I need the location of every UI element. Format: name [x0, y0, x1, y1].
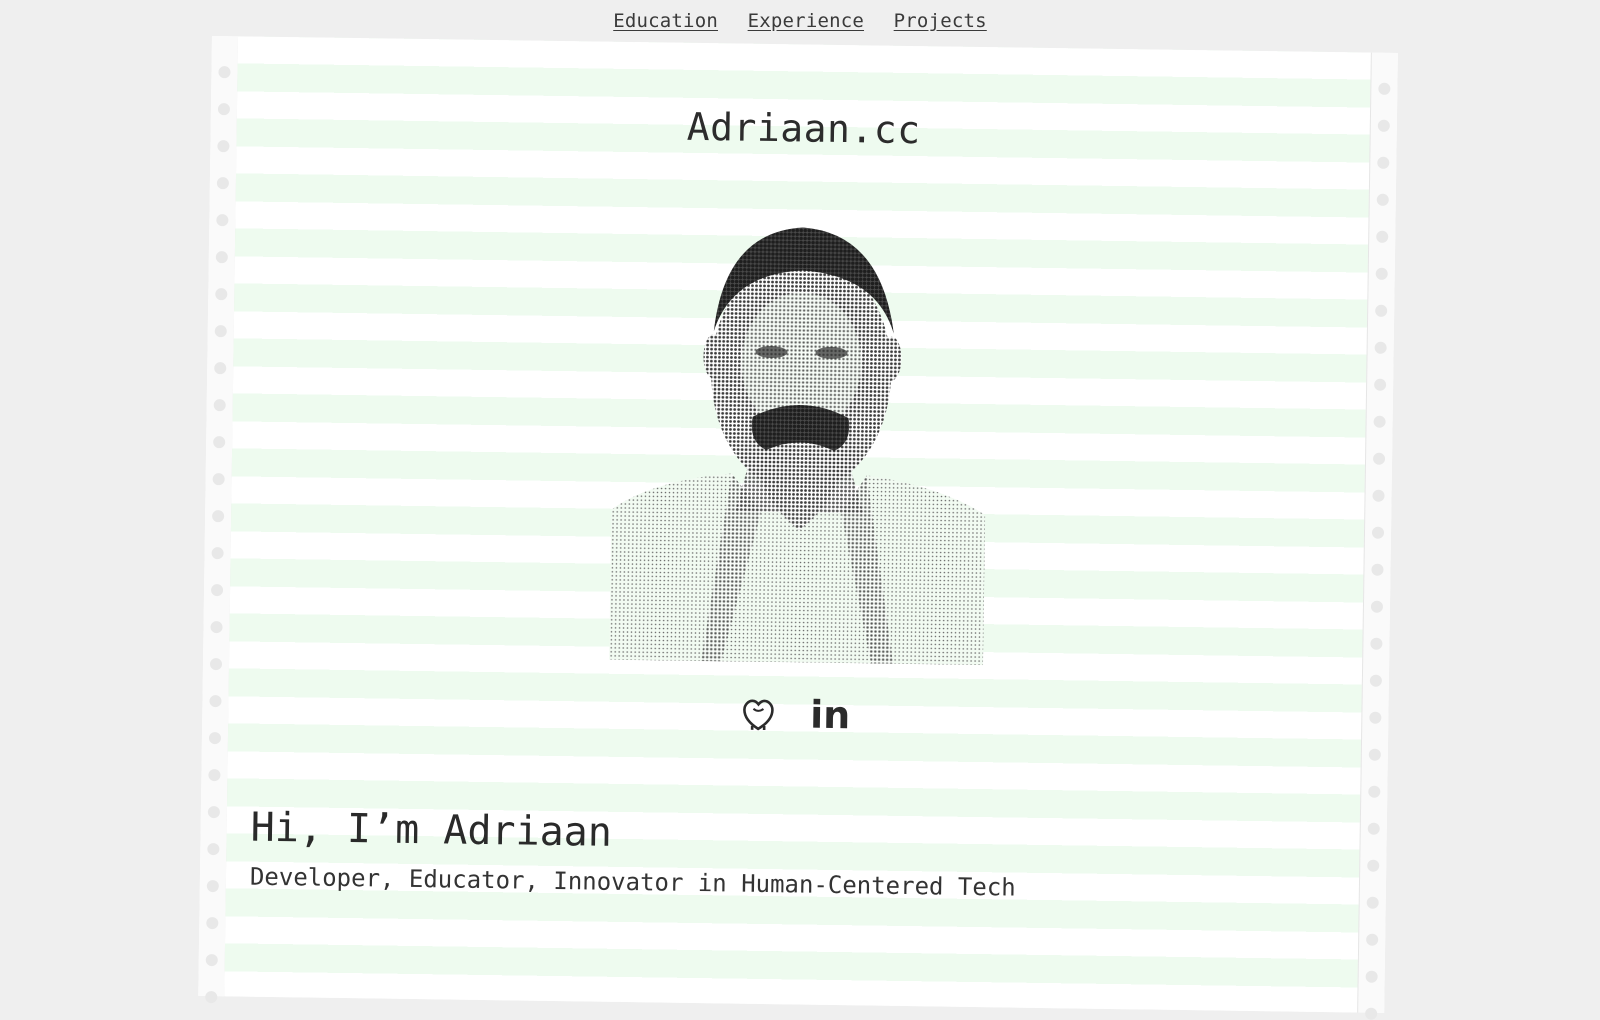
perforation-hole: [1375, 267, 1388, 280]
perforation-hole: [206, 880, 219, 893]
perforation-hole: [1373, 415, 1386, 428]
perforation-hole: [1367, 822, 1380, 835]
perforation-hole: [208, 769, 221, 782]
perforation-hole: [1366, 896, 1379, 909]
perforation-hole: [212, 510, 225, 523]
intro-greeting: Hi, I’m Adriaan: [250, 804, 613, 856]
perforation-hole: [1378, 82, 1391, 95]
perforation-hole: [1369, 674, 1382, 687]
perforation-hole: [216, 214, 229, 227]
perforation-hole: [1368, 748, 1381, 761]
perforation-hole: [1371, 563, 1384, 576]
perforation-hole: [209, 658, 223, 671]
perforation-hole: [1377, 119, 1390, 132]
perforation-hole: [218, 66, 231, 79]
perforation-hole: [1370, 600, 1384, 613]
perforation-hole: [1375, 304, 1388, 317]
perforation-hole: [1365, 1007, 1378, 1020]
perforation-hole: [205, 954, 218, 967]
perforation-hole: [215, 288, 228, 301]
nav-link-experience[interactable]: Experience: [748, 10, 864, 32]
paper-sheet: Adriaan.cc in Hi, I’m Adriaan Developer,…: [198, 36, 1398, 1020]
perforation-hole: [213, 399, 226, 412]
perforation-hole: [206, 917, 219, 930]
perforation-hole: [207, 843, 220, 856]
perforation-hole: [1376, 230, 1389, 243]
perforation-hole: [1371, 526, 1385, 539]
perforation-hole: [1372, 489, 1385, 502]
perforation-hole: [1376, 193, 1389, 206]
perforation-hole: [1370, 637, 1383, 650]
intro-tagline: Developer, Educator, Innovator in Human-…: [249, 862, 1016, 902]
perforation-hole: [1374, 378, 1387, 391]
perforation-hole: [208, 732, 222, 745]
perforation-hole: [1377, 156, 1390, 169]
social-links: in: [228, 686, 1362, 742]
perforation-hole: [1372, 452, 1386, 465]
perforation-hole: [215, 251, 228, 264]
perforation-hole: [217, 103, 231, 116]
site-title: Adriaan.cc: [686, 104, 921, 153]
striped-paper: Adriaan.cc in Hi, I’m Adriaan Developer,…: [224, 36, 1372, 1013]
github-icon[interactable]: [740, 696, 777, 733]
perforation-hole: [210, 621, 223, 634]
perforation-hole: [212, 473, 225, 486]
perforation-hole: [207, 806, 220, 819]
perforation-hole: [214, 325, 227, 338]
perforation-hole: [216, 177, 229, 190]
perforation-hole: [211, 547, 224, 560]
perforation-hole: [205, 991, 218, 1004]
perforation-hole: [217, 140, 230, 153]
perforation-hole: [1367, 859, 1380, 872]
perforation-hole: [1374, 341, 1387, 354]
perforation-hole: [1365, 970, 1378, 983]
linkedin-icon[interactable]: in: [810, 693, 851, 738]
nav-link-education[interactable]: Education: [613, 10, 718, 32]
perforation-hole: [209, 695, 222, 708]
top-navigation: Education Experience Projects: [0, 10, 1600, 32]
portrait-image: [609, 227, 986, 666]
perforation-hole: [1369, 711, 1382, 724]
perforation-hole: [210, 584, 224, 597]
nav-link-projects[interactable]: Projects: [894, 10, 987, 32]
perforation-hole: [1368, 785, 1381, 798]
paper-sheet-body: Adriaan.cc in Hi, I’m Adriaan Developer,…: [198, 36, 1398, 1020]
perforation-hole: [213, 436, 226, 449]
perforation-hole: [1366, 933, 1379, 946]
perforation-hole: [214, 362, 227, 375]
